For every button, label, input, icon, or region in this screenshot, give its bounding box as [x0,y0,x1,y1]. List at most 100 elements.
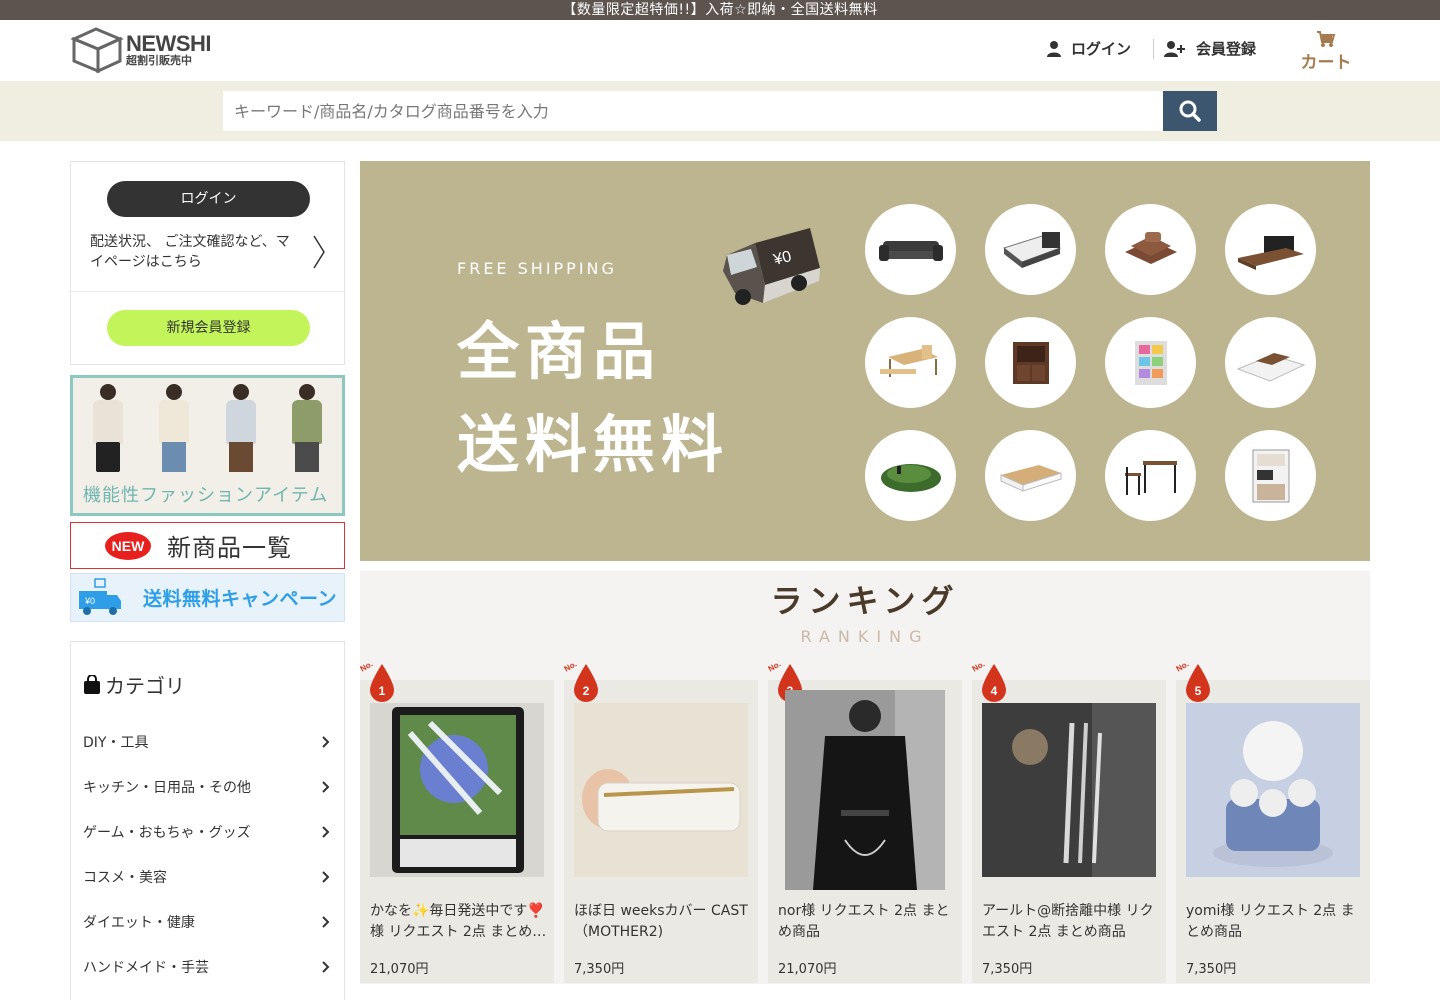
rank-badge: 2 [574,664,598,702]
user-icon [1046,40,1061,57]
bedding-image [1105,204,1196,295]
svg-text:¥0: ¥0 [84,596,95,606]
header-login-link[interactable]: ログイン [1046,38,1131,59]
rank-number: 4 [991,684,998,698]
category-item[interactable]: コスメ・美容 [83,854,332,899]
hero-line1: 全商品 [457,315,662,388]
ranking-card[interactable]: No. 1 かなを✨毎日発送中です❣️様 リクエスト 2点 まとめ商品 21,0… [359,659,554,983]
sidebar: ログイン 配送状況、 ご注文確認など、マイページはこちら 新規会員登録 機能性フ… [70,161,345,1000]
bed-image [985,204,1076,295]
header-divider [1152,38,1154,59]
user-plus-icon [1163,40,1185,57]
ranking-subtitle: RANKING [800,627,930,646]
category-label: DIY・工具 [83,734,149,751]
kitchen-rack-image [1225,430,1316,521]
rank-number: 5 [1195,684,1202,698]
product-price: 21,070円 [370,962,429,977]
cart-button[interactable]: カート [1298,30,1354,73]
free-shipping-banner[interactable]: ¥0 送料無料キャンペーン [70,573,345,622]
product-price: 7,350円 [982,962,1033,977]
fashion-banner-text: 機能性ファッションアイテム [83,485,329,506]
shopping-bag-icon [84,674,100,694]
category-label: コスメ・美容 [83,869,167,886]
logo-title: NEWSHI [126,31,212,56]
chevron-right-icon [322,735,330,748]
search-input[interactable] [223,91,1163,131]
category-item[interactable]: ハンドメイド・手芸 [83,944,332,989]
rug-image [865,430,956,521]
desk-set-image [1105,430,1196,521]
drawer-chest-image [1105,317,1196,408]
ranking-section: ランキング RANKING No. 1 かなを✨毎日発送中です❣️様 リクエスト… [359,571,1370,984]
logo-subtitle: 超割引販売中 [126,54,192,67]
category-list: DIY・工具 キッチン・日用品・その他 ゲーム・おもちゃ・グッズ コスメ・美容 … [83,719,332,989]
mypage-description[interactable]: 配送状況、 ご注文確認など、マイページはこちら [90,232,290,272]
tv-stand-image [1225,204,1316,295]
login-panel: ログイン 配送状況、 ご注文確認など、マイページはこちら 新規会員登録 [70,161,345,365]
ranking-card[interactable]: No. 5 yomi様 リクエスト 2点 まとめ商品 7,350円 [1175,659,1370,983]
product-name: アールト@断捨離中様 リクエスト 2点 まとめ商品 [982,903,1154,940]
category-item[interactable]: DIY・工具 [83,719,332,764]
search-icon [1179,100,1201,122]
jacket-photo-image [785,690,945,890]
ranking-card[interactable]: No. 4 アールト@断捨離中様 リクエスト 2点 まとめ商品 7,350円 [971,659,1166,983]
product-price: 21,070円 [778,962,837,977]
ranking-card[interactable]: No. 2 ほぼ日 weeksカバー CAST（MOTHER2) 7,350円 [563,659,758,983]
ranking-card[interactable]: No. 3 nor様 リクエスト 2点 まとめ商品 21,070円 [767,659,962,983]
rank-badge: 1 [370,664,394,702]
site-logo[interactable]: NEWSHI 超割引販売中 [70,25,212,75]
new-products-banner[interactable]: NEW 新商品一覧 [70,522,345,569]
site-header: NEWSHI 超割引販売中 ログイン 会員登録 カート [0,20,1440,81]
category-label: ダイエット・健康 [83,914,195,931]
header-login-label: ログイン [1070,40,1131,58]
chevron-right-icon [322,960,330,973]
chevron-right-icon [322,780,330,793]
sidebar-login-button[interactable]: ログイン [107,181,310,217]
rank-badge: 4 [982,664,1006,702]
divider [71,291,344,292]
category-item[interactable]: キッチン・日用品・その他 [83,764,332,809]
rank-number: 2 [583,684,590,698]
category-item[interactable]: ゲーム・おもちゃ・グッズ [83,809,332,854]
announcement-bar: 【数量限定超特価!!】入荷☆即納・全国送料無料 [0,0,1440,20]
fashion-models-image [79,378,336,478]
product-name: yomi様 リクエスト 2点 まとめ商品 [1186,903,1355,940]
kotatsu-image [1225,317,1316,408]
rank-number: 1 [379,684,386,698]
product-name: かなを✨毎日発送中です❣️様 リクエスト 2点 まとめ商品 [370,903,547,940]
delivery-truck-icon: ¥0 [723,228,820,305]
new-badge: NEW [105,531,151,560]
main-content: FREE SHIPPING 全商品 送料無料 ¥0 ランキング RANKING … [359,161,1370,984]
product-price: 7,350円 [574,962,625,977]
ranking-title: ランキング [770,582,960,620]
chevron-right-icon[interactable] [312,234,326,270]
chevron-right-icon [322,825,330,838]
figurine-image [1186,703,1360,877]
free-shipping-text: 送料無料キャンペーン [143,588,338,610]
cutlery-image [982,703,1156,877]
cabinet-image [985,317,1076,408]
search-bar [0,81,1440,141]
category-heading: カテゴリ [83,670,332,699]
wallet-image [574,703,748,877]
product-name: nor様 リクエスト 2点 まとめ商品 [778,903,950,940]
chevron-right-icon [322,915,330,928]
dining-set-image [865,317,956,408]
sidebar-register-button[interactable]: 新規会員登録 [107,310,310,346]
category-item[interactable]: ダイエット・健康 [83,899,332,944]
cart-icon [1317,31,1336,47]
delivery-truck-icon: ¥0 [79,577,121,615]
fashion-banner[interactable]: 機能性ファッションアイテム [70,375,345,516]
header-register-link[interactable]: 会員登録 [1163,38,1256,59]
cart-label: カート [1300,53,1352,73]
category-title: カテゴリ [105,674,185,698]
header-register-label: 会員登録 [1195,40,1256,58]
product-price: 7,350円 [1186,962,1237,977]
box-logo-icon [70,27,124,74]
ranking-list: No. 1 かなを✨毎日発送中です❣️様 リクエスト 2点 まとめ商品 21,0… [359,659,1370,983]
search-button[interactable] [1163,91,1217,131]
trading-card-image [370,703,544,877]
hero-banner[interactable]: FREE SHIPPING 全商品 送料無料 ¥0 [360,161,1370,561]
sofa-image [865,204,956,295]
category-label: キッチン・日用品・その他 [83,779,251,796]
